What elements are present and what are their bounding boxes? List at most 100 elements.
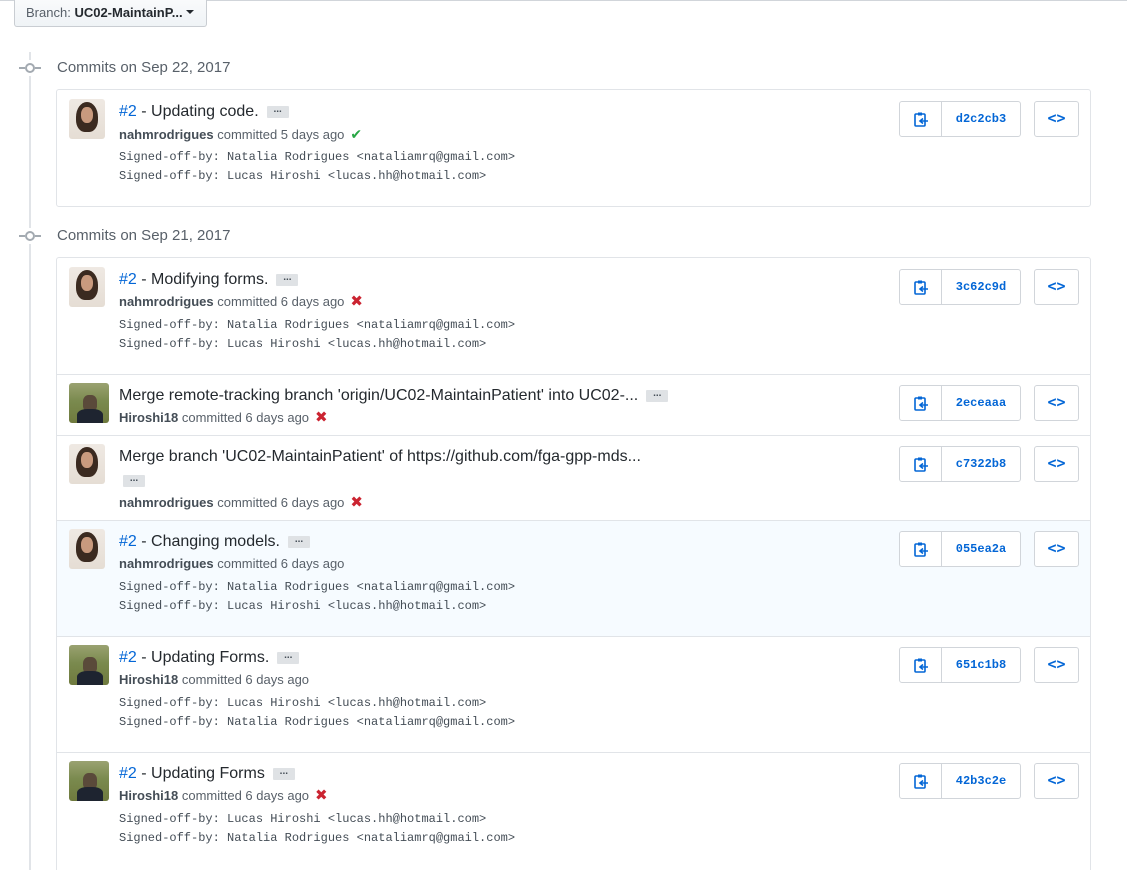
commit-body: Signed-off-by: Lucas Hiroshi <lucas.hh@h… [119,694,515,732]
sha-button-group: 055ea2a [899,531,1021,567]
commit-meta: nahmrodrigues committed 5 days ago ✔ [119,125,362,144]
commit-time: committed 6 days ago [213,556,345,571]
commit-row: #2 - Updating code.... nahmrodrigues com… [57,90,1090,206]
commit-title[interactable]: Merge branch 'UC02-MaintainPatient' of h… [119,448,641,465]
code-icon: <> [1047,109,1066,127]
copy-sha-button[interactable] [900,386,942,420]
commit-body-line: Signed-off-by: Natalia Rodrigues <natali… [119,318,516,332]
commit-author[interactable]: nahmrodrigues [119,495,214,510]
commit-message[interactable]: #2 - Updating code.... [119,101,289,123]
copy-sha-button[interactable] [900,648,942,682]
commit-author[interactable]: Hiroshi18 [119,788,178,803]
commit-message[interactable]: #2 - Changing models.... [119,531,310,553]
commit-meta: Hiroshi18 committed 6 days ago ✖ [119,409,328,427]
commit-time: committed 6 days ago [178,672,310,687]
commit-sha-link[interactable]: 055ea2a [942,532,1020,566]
avatar[interactable] [69,99,105,139]
clippy-icon [914,396,928,411]
expand-body-button[interactable]: ... [287,534,310,548]
clippy-icon [914,542,928,557]
issue-link[interactable]: #2 [119,533,137,550]
commit-time: committed 6 days ago [178,788,310,803]
commit-sha-link[interactable]: d2c2cb3 [942,102,1020,136]
sha-button-group: 42b3c2e [899,763,1021,799]
commit-title[interactable]: - Modifying forms. [137,271,268,288]
commit-title[interactable]: - Updating Forms. [137,649,269,666]
issue-link[interactable]: #2 [119,271,137,288]
commit-sha-link[interactable]: 3c62c9d [942,270,1020,304]
expand-body-button[interactable]: ... [272,766,295,780]
expand-body-button[interactable]: ... [277,650,300,664]
commit-title[interactable]: - Updating Forms [137,765,265,782]
avatar[interactable] [69,761,109,801]
commit-title[interactable]: Merge remote-tracking branch 'origin/UC0… [119,387,638,404]
commit-body: Signed-off-by: Natalia Rodrigues <natali… [119,316,515,354]
commit-body: Signed-off-by: Lucas Hiroshi <lucas.hh@h… [119,810,515,848]
expand-body-button[interactable]: ... [276,272,299,286]
browse-code-button[interactable]: <> [1034,531,1079,567]
copy-sha-button[interactable] [900,270,942,304]
commit-message[interactable]: Merge remote-tracking branch 'origin/UC0… [119,385,669,407]
commit-node-icon [19,60,41,76]
expand-body-button[interactable]: ... [123,474,145,487]
commit-body: Signed-off-by: Natalia Rodrigues <natali… [119,148,515,186]
commit-message[interactable]: #2 - Updating Forms... [119,763,295,785]
browse-code-button[interactable]: <> [1034,763,1079,799]
copy-sha-button[interactable] [900,764,942,798]
issue-link[interactable]: #2 [119,103,137,120]
x-icon[interactable]: ✖ [315,787,328,804]
x-icon[interactable]: ✖ [350,494,363,511]
browse-code-button[interactable]: <> [1034,446,1079,482]
commit-meta: nahmrodrigues committed 6 days ago [119,555,344,573]
x-icon[interactable]: ✖ [315,409,328,426]
commit-sha-link[interactable]: 42b3c2e [942,764,1020,798]
commit-body-line: Signed-off-by: Natalia Rodrigues <natali… [119,150,516,164]
commit-node-icon [19,228,41,244]
avatar[interactable] [69,444,105,484]
caret-down-icon [186,10,194,14]
copy-sha-button[interactable] [900,447,942,481]
issue-link[interactable]: #2 [119,765,137,782]
commit-author[interactable]: nahmrodrigues [119,127,214,142]
clippy-icon [914,280,928,295]
commit-meta: Hiroshi18 committed 6 days ago [119,671,309,689]
commit-group-title: Commits on Sep 22, 2017 [57,59,231,76]
commit-sha-link[interactable]: c7322b8 [942,447,1020,481]
commit-title[interactable]: - Updating code. [137,103,258,120]
check-icon[interactable]: ✔ [350,126,362,142]
commit-title[interactable]: - Changing models. [137,533,280,550]
commit-author[interactable]: nahmrodrigues [119,294,214,309]
commit-body: Signed-off-by: Natalia Rodrigues <natali… [119,578,515,616]
copy-sha-button[interactable] [900,102,942,136]
commit-sha-link[interactable]: 651c1b8 [942,648,1020,682]
commit-body-line: Signed-off-by: Lucas Hiroshi <lucas.hh@h… [119,696,487,710]
commit-author[interactable]: Hiroshi18 [119,672,178,687]
avatar[interactable] [69,645,109,685]
avatar[interactable] [69,383,109,423]
avatar[interactable] [69,529,105,569]
commit-message[interactable]: #2 - Updating Forms.... [119,647,300,669]
commit-author[interactable]: nahmrodrigues [119,556,214,571]
browse-code-button[interactable]: <> [1034,269,1079,305]
expand-body-button[interactable]: ... [646,388,669,402]
commit-row: #2 - Updating Forms... Hiroshi18 committ… [57,752,1090,868]
code-icon: <> [1047,655,1066,673]
sha-button-group: 651c1b8 [899,647,1021,683]
commit-message[interactable]: #2 - Modifying forms.... [119,269,299,291]
avatar[interactable] [69,267,105,307]
x-icon[interactable]: ✖ [350,293,363,310]
copy-sha-button[interactable] [900,532,942,566]
browse-code-button[interactable]: <> [1034,647,1079,683]
commit-message[interactable]: Merge branch 'UC02-MaintainPatient' of h… [119,446,641,468]
commit-row: #2 - Changing models.... nahmrodrigues c… [57,520,1090,636]
browse-code-button[interactable]: <> [1034,101,1079,137]
commit-body-line: Signed-off-by: Lucas Hiroshi <lucas.hh@h… [119,599,487,613]
expand-body-button[interactable]: ... [266,104,289,118]
issue-link[interactable]: #2 [119,649,137,666]
browse-code-button[interactable]: <> [1034,385,1079,421]
commit-sha-link[interactable]: 2eceaaa [942,386,1020,420]
commit-author[interactable]: Hiroshi18 [119,410,178,425]
commit-row: #2 - Modifying forms.... nahmrodrigues c… [57,258,1090,374]
branch-select-button[interactable]: Branch: UC02-MaintainP... [14,0,207,27]
commit-body-line: Signed-off-by: Natalia Rodrigues <natali… [119,715,516,729]
